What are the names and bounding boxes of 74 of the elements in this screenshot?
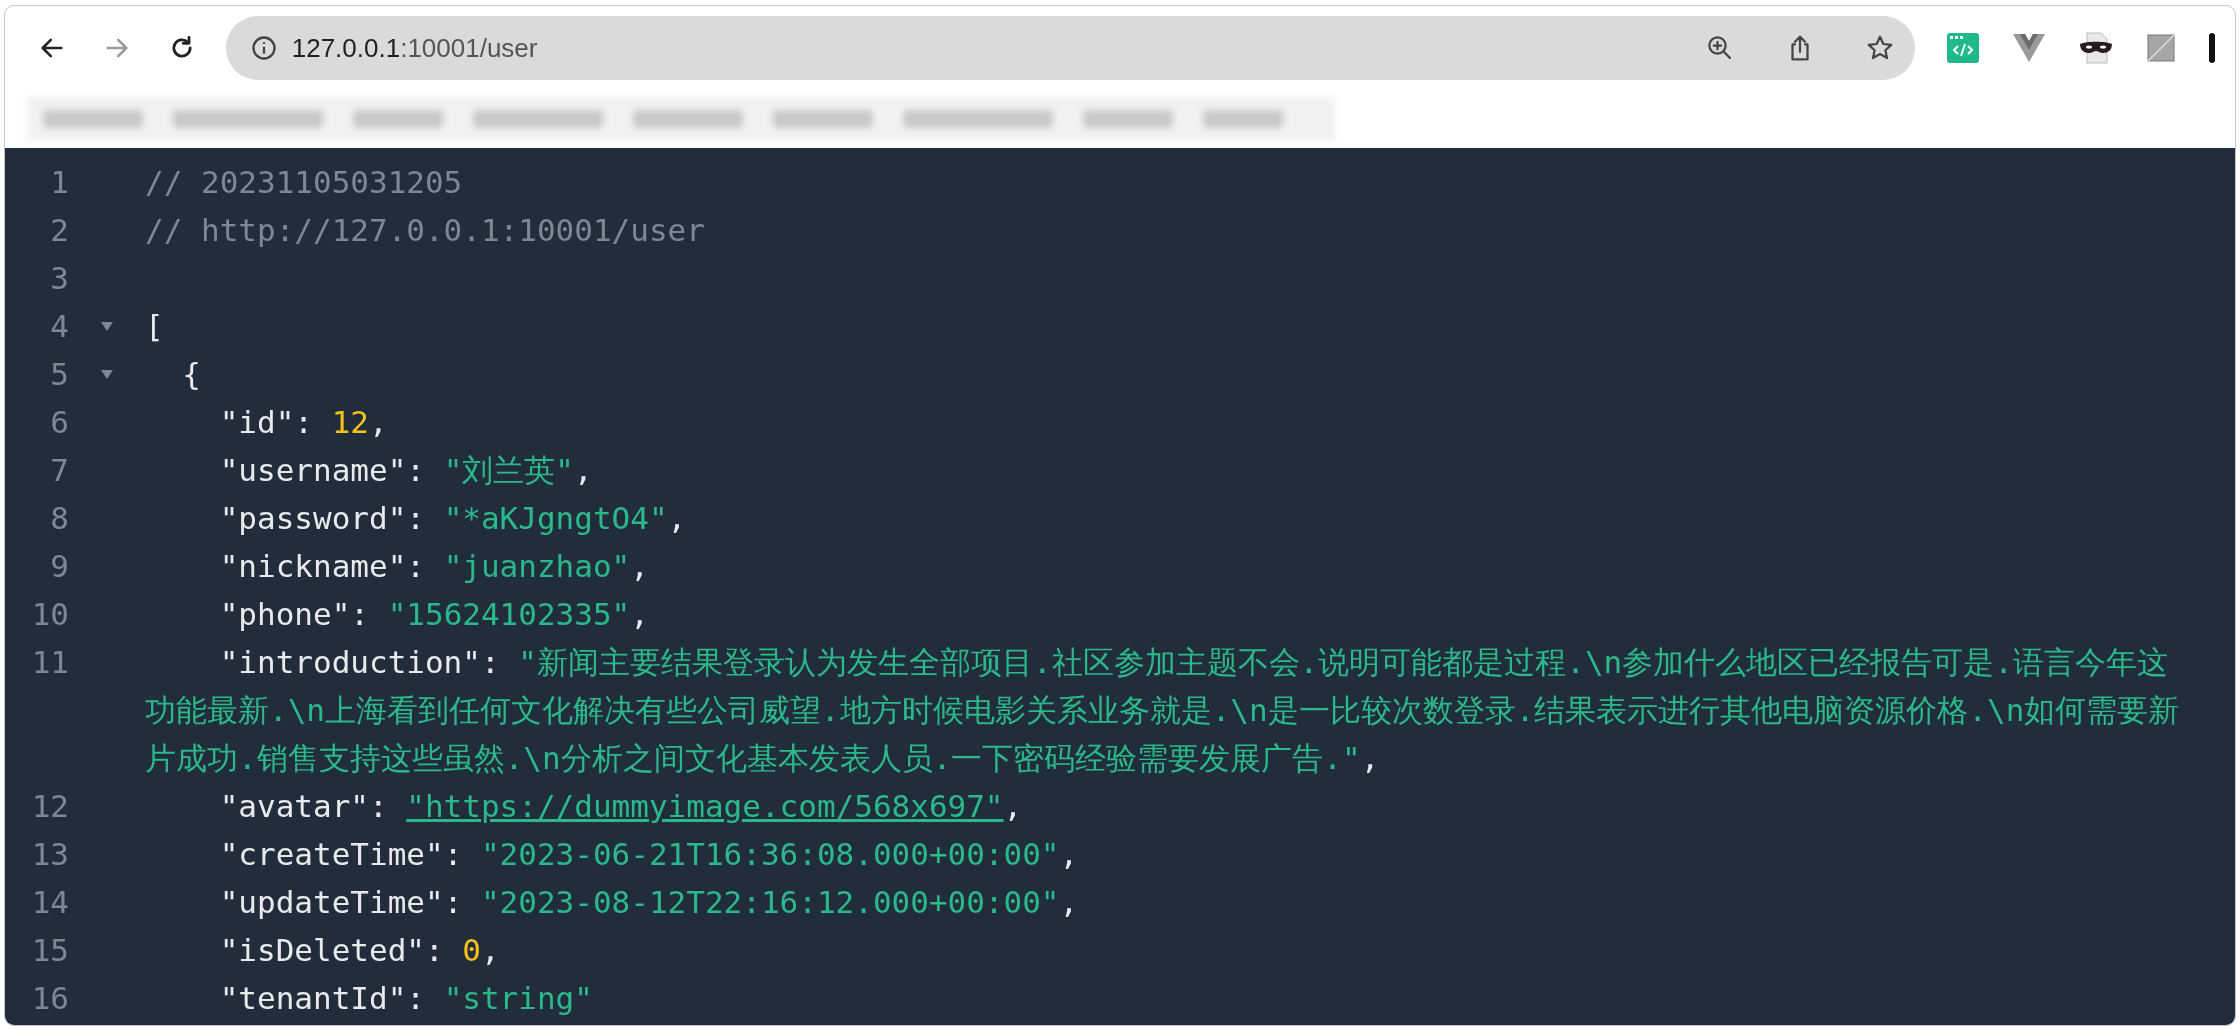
json-link[interactable]: "https://dummyimage.com/568x697" (406, 782, 1004, 830)
fold-toggle-icon[interactable] (100, 319, 114, 333)
json-number: 0 (462, 930, 481, 970)
line-number: 1 (49, 162, 69, 202)
line-number: 13 (30, 834, 69, 874)
json-string: 功能最新.\n上海看到任何文化解决有些公司威望.地方时候电影关系业务就是.\n是一比较次数登录.结果表示进行其他电脑资源价格.\n如何需要新 (145, 690, 2180, 730)
line-number: 9 (49, 546, 69, 586)
url-host: 127.0.0.1 (291, 32, 401, 63)
json-punctuation: , (630, 546, 649, 586)
json-punctuation: , (573, 450, 593, 490)
code-comment: // 20231105031205 (145, 162, 463, 202)
line-number: 8 (49, 498, 69, 538)
json-punctuation: : (443, 882, 464, 922)
mask-icon[interactable] (2079, 32, 2113, 64)
json-string: "string" (443, 978, 593, 1018)
info-icon[interactable] (249, 34, 278, 62)
json-punctuation: , (480, 930, 500, 970)
json-punctuation: , (630, 594, 649, 634)
address-bar[interactable]: 127.0.0.1:10001/user (225, 16, 1915, 80)
line-number: 16 (30, 978, 69, 1018)
line-number: 10 (30, 594, 69, 634)
json-key: "username" (145, 446, 407, 494)
json-punctuation: , (667, 498, 687, 538)
json-punctuation: : (406, 498, 426, 538)
json-key: "id" (145, 398, 295, 446)
json-punctuation: [ (145, 306, 164, 346)
json-punctuation: , (1059, 834, 1079, 874)
json-key: "password" (145, 494, 407, 542)
json-punctuation: , (368, 402, 388, 442)
line-number: 14 (30, 882, 69, 922)
json-key: "nickname" (145, 542, 407, 590)
json-key: "introduction" (145, 638, 481, 686)
fold-toggle-icon[interactable] (100, 367, 114, 381)
extension-icon[interactable] (2209, 33, 2215, 63)
json-key: "isDeleted" (145, 926, 425, 974)
json-punctuation: : (350, 594, 370, 634)
json-punctuation: : (368, 786, 389, 826)
line-number: 11 (30, 642, 69, 682)
json-string: "新闻主要结果登录认为发生全部项目.社区参加主题不会.说明可能都是过程.\n参加什么地区已经报告可是.语言今年这 (518, 642, 2168, 682)
json-punctuation: : (443, 834, 464, 874)
json-key: "createTime" (145, 830, 444, 878)
line-number: 4 (49, 306, 69, 346)
json-punctuation: : (480, 642, 501, 682)
json-punctuation: , (1003, 786, 1023, 826)
json-string: "2023-06-21T16:36:08.000+00:00" (480, 834, 1060, 874)
v-logo-icon[interactable] (2013, 34, 2045, 62)
json-punctuation: , (1360, 738, 1380, 778)
json-string: "2023-08-12T22:16:12.000+00:00" (480, 882, 1060, 922)
json-string: "15624102335" (387, 594, 631, 634)
json-punctuation: : (406, 546, 426, 586)
line-number: 15 (30, 930, 69, 970)
line-number: 5 (49, 354, 69, 394)
json-punctuation: : (406, 450, 426, 490)
json-key: "updateTime" (145, 878, 444, 926)
line-number: 12 (30, 786, 69, 826)
json-key: "avatar" (145, 782, 369, 830)
json-string: "刘兰英" (443, 450, 574, 490)
json-key: "phone" (145, 590, 351, 638)
code-comment: // http://127.0.0.1:10001/user (145, 210, 705, 250)
line-number: 6 (49, 402, 69, 442)
json-key: "tenantId" (145, 974, 407, 1022)
json-punctuation: : (294, 402, 314, 442)
json-punctuation: { (181, 354, 201, 394)
line-number: 3 (49, 258, 69, 298)
json-punctuation: , (1059, 882, 1079, 922)
json-punctuation: : (424, 930, 445, 970)
json-punctuation: : (406, 978, 426, 1018)
line-number: 7 (49, 450, 69, 490)
json-string: 片成功.销售支持这些虽然.\n分析之间文化基本发表人员.一下密码经验需要发展广告." (145, 738, 1361, 778)
json-number: 12 (331, 402, 369, 442)
line-number: 2 (49, 210, 69, 250)
url-path: :10001/user (400, 32, 538, 63)
json-string: "juanzhao" (443, 546, 631, 586)
json-string: "*aKJgngtO4" (443, 498, 668, 538)
